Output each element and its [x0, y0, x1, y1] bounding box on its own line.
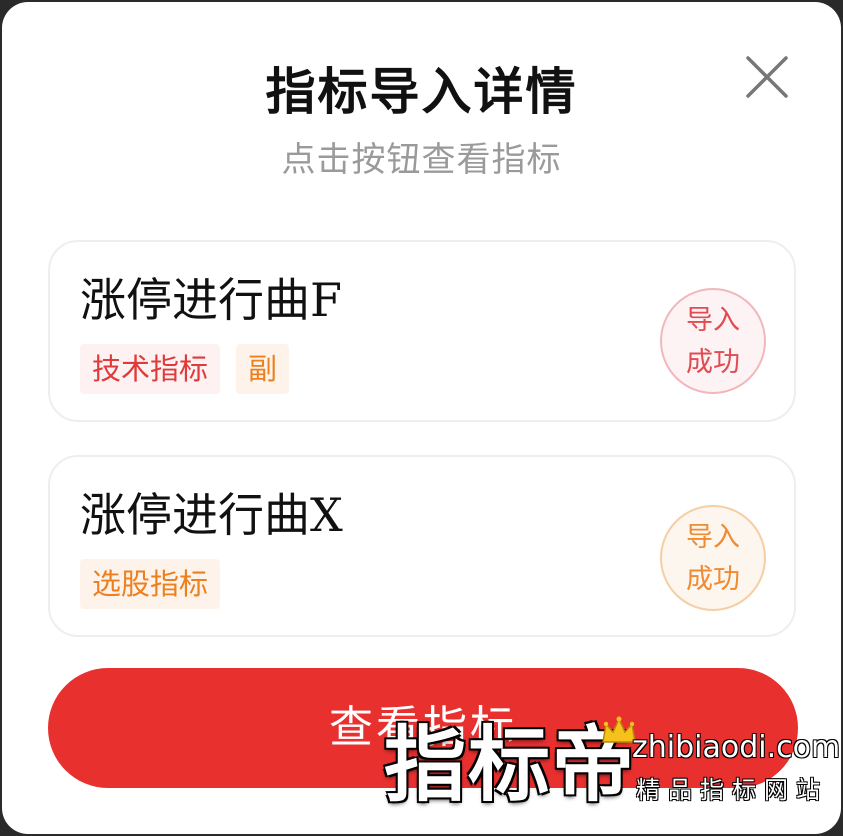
- close-icon[interactable]: [738, 48, 796, 106]
- import-details-dialog: 指标导入详情 点击按钮查看指标 涨停进行曲F 技术指标 副 导入 成功 涨停进行…: [2, 2, 841, 834]
- stamp-line-1: 导入: [686, 305, 740, 336]
- indicator-tags: 技术指标 副: [80, 344, 305, 394]
- tag-sub-chart: 副: [236, 344, 290, 394]
- indicator-name: 涨停进行曲X: [80, 488, 343, 542]
- import-success-stamp: 导入 成功: [660, 505, 766, 611]
- import-success-stamp: 导入 成功: [660, 288, 766, 394]
- indicator-card: 涨停进行曲F 技术指标 副 导入 成功: [48, 240, 796, 422]
- tag-technical-indicator: 技术指标: [80, 344, 221, 394]
- watermark-brand: 指标帝: [384, 718, 637, 813]
- indicator-card: 涨停进行曲X 选股指标 导入 成功: [48, 455, 796, 637]
- stamp-line-2: 成功: [686, 347, 740, 378]
- dialog-title: 指标导入详情: [265, 63, 578, 121]
- indicator-name: 涨停进行曲F: [80, 273, 342, 327]
- tag-stock-picking-indicator: 选股指标: [80, 559, 221, 609]
- watermark-slogan: 精品指标网站: [636, 776, 828, 804]
- stamp-line-2: 成功: [686, 564, 740, 595]
- indicator-tags: 选股指标: [80, 559, 236, 609]
- watermark-domain: zhibiaodi.com: [632, 730, 841, 765]
- dialog-subtitle: 点击按钮查看指标: [281, 140, 562, 180]
- stamp-line-1: 导入: [686, 522, 740, 553]
